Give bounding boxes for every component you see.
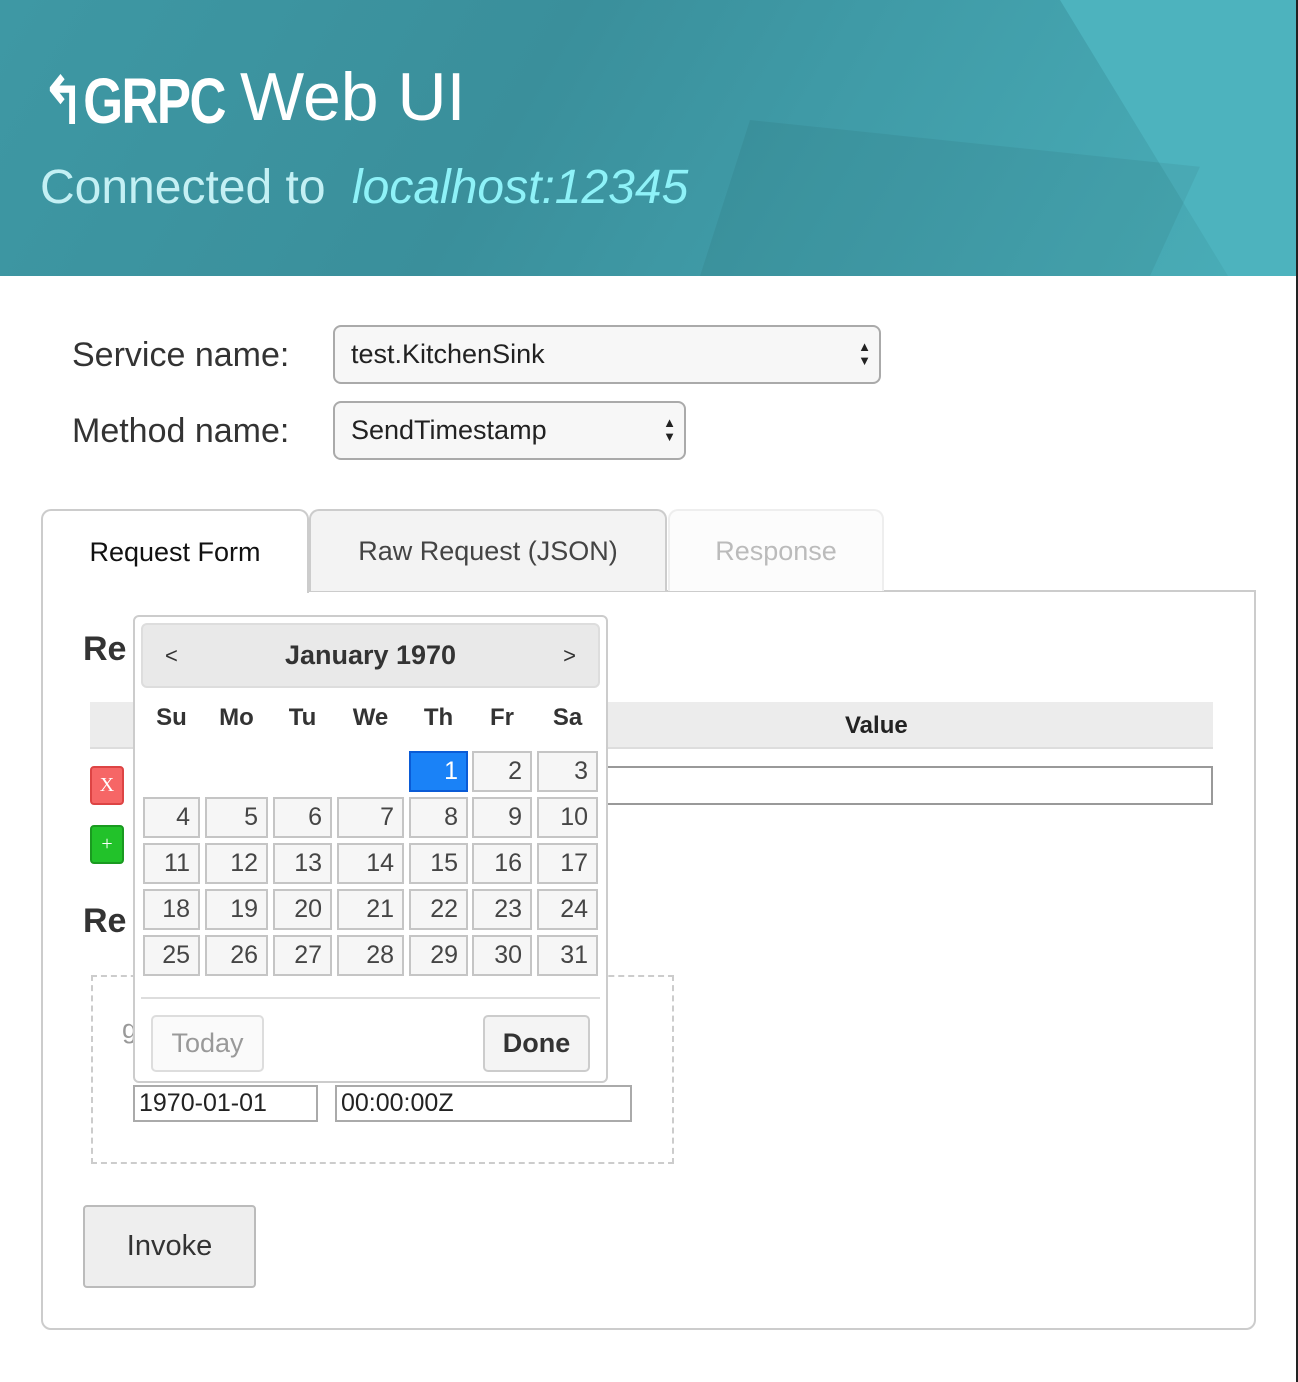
done-button[interactable]: Done — [483, 1015, 590, 1072]
calendar-day[interactable]: 26 — [205, 935, 268, 976]
invoke-button[interactable]: Invoke — [83, 1205, 256, 1288]
datepicker-divider — [141, 997, 600, 999]
calendar-day[interactable]: 17 — [537, 843, 598, 884]
host-address: localhost:12345 — [352, 161, 689, 214]
calendar-day[interactable]: 27 — [273, 935, 332, 976]
calendar-day[interactable]: 8 — [409, 797, 468, 838]
next-month-button[interactable]: > — [563, 643, 576, 669]
calendar-day[interactable]: 29 — [409, 935, 468, 976]
calendar-day[interactable]: 15 — [409, 843, 468, 884]
select-arrows-icon: ▲ ▼ — [663, 415, 676, 444]
calendar-day[interactable]: 3 — [537, 751, 598, 792]
method-value: SendTimestamp — [351, 415, 547, 445]
grpc-logo: ↰GRPC — [42, 65, 226, 137]
calendar-day[interactable]: 25 — [143, 935, 200, 976]
calendar-day[interactable]: 10 — [537, 797, 598, 838]
weekday-header: Tu — [288, 704, 317, 731]
calendar-day[interactable]: 24 — [537, 889, 598, 930]
datepicker-month-title: January 1970 — [284, 640, 457, 670]
method-name-label: Method name: — [72, 412, 290, 450]
calendar-day[interactable]: 1 — [409, 751, 468, 792]
calendar-day[interactable]: 16 — [472, 843, 532, 884]
today-button[interactable]: Today — [151, 1015, 264, 1072]
section-heading-metadata: Re — [83, 630, 127, 668]
prev-month-button[interactable]: < — [165, 643, 178, 669]
calendar-day[interactable]: 12 — [205, 843, 268, 884]
calendar-day[interactable]: 18 — [143, 889, 200, 930]
calendar-day[interactable]: 23 — [472, 889, 532, 930]
select-arrows-icon: ▲ ▼ — [858, 339, 871, 368]
calendar-day[interactable]: 4 — [143, 797, 200, 838]
calendar-day[interactable]: 30 — [472, 935, 532, 976]
service-name-label: Service name: — [72, 336, 290, 374]
calendar-day[interactable]: 6 — [273, 797, 332, 838]
calendar-day[interactable]: 19 — [205, 889, 268, 930]
section-heading-data: Re — [83, 902, 127, 940]
weekday-header: We — [352, 704, 389, 731]
calendar-day[interactable]: 28 — [337, 935, 404, 976]
calendar-day[interactable]: 13 — [273, 843, 332, 884]
value-column-header: Value — [845, 712, 908, 739]
weekday-header: Su — [156, 704, 187, 731]
service-select[interactable]: test.KitchenSink ▲ ▼ — [333, 325, 881, 384]
calendar-day[interactable]: 22 — [409, 889, 468, 930]
method-select[interactable]: SendTimestamp ▲ ▼ — [333, 401, 686, 460]
time-input[interactable]: 00:00:00Z — [335, 1085, 632, 1122]
app-header: ↰GRPC Web UI Connected to localhost:1234… — [0, 0, 1296, 276]
service-value: test.KitchenSink — [351, 339, 545, 369]
connected-label: Connected to — [40, 161, 326, 214]
calendar-day[interactable]: 7 — [337, 797, 404, 838]
tab-request-form[interactable]: Request Form — [41, 509, 309, 593]
calendar-day[interactable]: 14 — [337, 843, 404, 884]
calendar-day[interactable]: 20 — [273, 889, 332, 930]
date-input[interactable]: 1970-01-01 — [133, 1085, 318, 1122]
weekday-header: Mo — [219, 704, 254, 731]
weekday-header: Fr — [490, 704, 514, 731]
calendar-day[interactable]: 21 — [337, 889, 404, 930]
app-title: Web UI — [240, 59, 466, 135]
tab-response[interactable]: Response — [668, 509, 884, 591]
calendar-day[interactable]: 5 — [205, 797, 268, 838]
tab-raw-request[interactable]: Raw Request (JSON) — [309, 509, 667, 591]
metadata-value-input[interactable] — [600, 766, 1213, 805]
datepicker-header: January 1970 < > — [141, 623, 600, 688]
weekday-header: Sa — [552, 704, 583, 731]
calendar-day[interactable]: 9 — [472, 797, 532, 838]
calendar-day[interactable]: 31 — [537, 935, 598, 976]
calendar-day[interactable]: 11 — [143, 843, 200, 884]
calendar-day[interactable]: 2 — [472, 751, 532, 792]
weekday-header: Th — [423, 704, 454, 731]
add-row-button[interactable]: + — [90, 825, 124, 864]
remove-row-button[interactable]: X — [90, 766, 124, 805]
